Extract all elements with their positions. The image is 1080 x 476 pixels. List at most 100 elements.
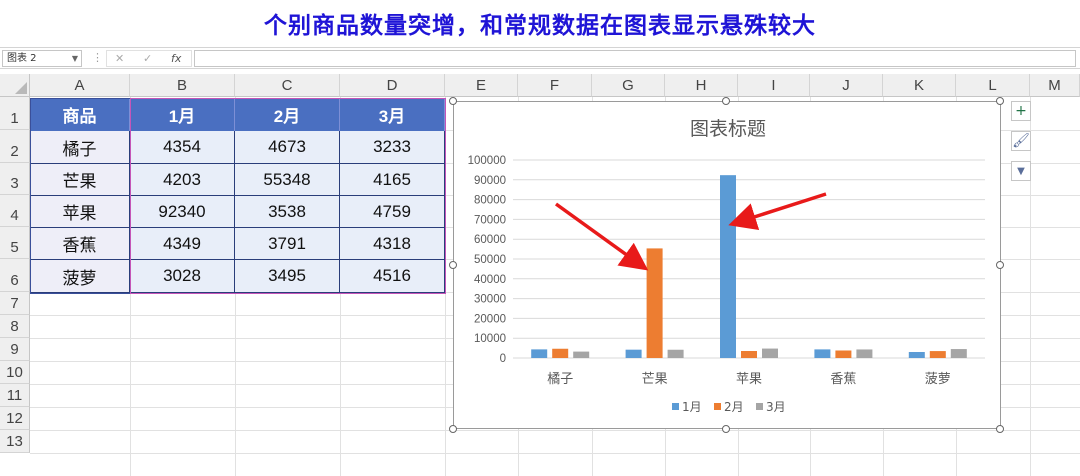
enter-icon[interactable]: ✓ [143,52,152,65]
resize-handle[interactable] [449,97,457,105]
value-cell[interactable]: 55348 [235,164,340,196]
name-box[interactable]: 图表 2 ▼ [2,50,82,67]
resize-handle[interactable] [449,261,457,269]
product-name-cell[interactable]: 苹果 [30,196,130,228]
bar-3月-芒果 [667,349,684,358]
legend-label: 1月 [682,400,702,414]
value-cell[interactable]: 3495 [235,260,340,293]
legend-label: 2月 [724,400,744,414]
column-header-f[interactable]: F [518,74,592,97]
column-header-l[interactable]: L [956,74,1030,97]
row-header-12[interactable]: 12 [0,407,30,430]
y-tick-label: 60000 [474,234,506,246]
row-header-9[interactable]: 9 [0,338,30,361]
chevron-down-icon[interactable]: ▼ [72,51,78,66]
bar-3月-香蕉 [856,349,873,358]
legend-swatch [756,403,763,410]
select-all-icon [15,82,27,94]
cancel-icon[interactable]: ✕ [115,52,124,65]
banner: 个别商品数量突增，和常规数据在图表显示悬殊较大 [0,0,1080,46]
bar-3月-橘子 [573,351,590,358]
value-cell[interactable]: 4673 [235,131,340,164]
value-cell[interactable]: 4203 [130,164,235,196]
value-cell[interactable]: 4759 [340,196,445,228]
x-tick-label: 香蕉 [830,372,856,387]
product-name-cell[interactable]: 芒果 [30,164,130,196]
table-header-cell[interactable]: 3月 [340,98,445,131]
chart-filter-button[interactable]: ▼ [1011,161,1031,181]
y-tick-label: 100000 [468,155,506,167]
column-header-g[interactable]: G [592,74,665,97]
value-cell[interactable]: 92340 [130,196,235,228]
value-cell[interactable]: 4165 [340,164,445,196]
annotation-arrow-apple [728,192,827,231]
resize-handle[interactable] [449,425,457,433]
bar-2月-苹果 [741,350,757,358]
chart-svg: 图表标题 0 10000 20000 30000 40000 50000 60000 70000… [468,118,985,414]
row-header-7[interactable]: 7 [0,292,30,315]
value-cell[interactable]: 3538 [235,196,340,228]
row-header-2[interactable]: 2 [0,130,30,163]
column-header-m[interactable]: M [1030,74,1080,97]
legend-swatch [672,403,679,410]
x-tick-label: 橘子 [547,371,573,387]
y-tick-label: 50000 [474,254,506,266]
table-header-cell[interactable]: 1月 [130,98,235,131]
value-cell[interactable]: 3233 [340,131,445,164]
table-header-cell[interactable]: 2月 [235,98,340,131]
column-header-d[interactable]: D [340,74,445,97]
chart-plus-button[interactable]: + [1011,101,1031,121]
row-header-4[interactable]: 4 [0,195,30,227]
bar-3月-苹果 [762,348,778,358]
chart-brush-button[interactable]: 🖌 [1011,131,1031,151]
bar-1月-橘子 [531,349,548,358]
bar-2月-橘子 [552,348,569,358]
product-name-cell[interactable]: 橘子 [30,131,130,164]
bar-1月-芒果 [625,349,642,358]
legend-label: 3月 [766,400,786,414]
column-header-h[interactable]: H [665,74,738,97]
grid-column-line [445,97,446,476]
resize-handle[interactable] [722,425,730,433]
row-header-3[interactable]: 3 [0,163,30,195]
resize-handle[interactable] [996,97,1004,105]
x-tick-label: 菠萝 [925,372,951,387]
row-header-6[interactable]: 6 [0,259,30,292]
plus-icon: + [1015,103,1027,119]
y-tick-label: 20000 [474,313,506,325]
formula-bar: 图表 2 ▼ ⋮ ✕ ✓ fx [0,47,1080,69]
row-header-13[interactable]: 13 [0,430,30,453]
column-header-j[interactable]: J [810,74,883,97]
table-header-cell[interactable]: 商品 [30,98,130,131]
value-cell[interactable]: 3028 [130,260,235,293]
formula-input[interactable] [194,50,1076,67]
column-header-c[interactable]: C [235,74,340,97]
row-header-1[interactable]: 1 [0,97,30,130]
chart-area[interactable]: 图表标题 0 10000 20000 30000 40000 50000 60000 70000… [453,101,1001,429]
row-header-8[interactable]: 8 [0,315,30,338]
value-cell[interactable]: 4318 [340,228,445,260]
resize-handle[interactable] [996,425,1004,433]
row-header-10[interactable]: 10 [0,361,30,384]
column-header-k[interactable]: K [883,74,956,97]
value-cell[interactable]: 4349 [130,228,235,260]
column-header-e[interactable]: E [445,74,518,97]
column-header-i[interactable]: I [738,74,810,97]
formula-buttons: ✕ ✓ fx [106,50,192,67]
fx-icon[interactable]: fx [171,52,181,65]
resize-handle[interactable] [996,261,1004,269]
y-tick-label: 40000 [474,274,506,286]
product-name-cell[interactable]: 香蕉 [30,228,130,260]
row-header-11[interactable]: 11 [0,384,30,407]
bar-2月-香蕉 [835,350,852,358]
value-cell[interactable]: 4516 [340,260,445,293]
row-header-5[interactable]: 5 [0,227,30,259]
select-all-button[interactable] [0,74,30,97]
value-cell[interactable]: 4354 [130,131,235,164]
resize-handle[interactable] [722,97,730,105]
chart-title[interactable]: 图表标题 [690,118,766,140]
column-header-b[interactable]: B [130,74,235,97]
column-header-a[interactable]: A [30,74,130,97]
value-cell[interactable]: 3791 [235,228,340,260]
product-name-cell[interactable]: 菠萝 [30,260,130,293]
